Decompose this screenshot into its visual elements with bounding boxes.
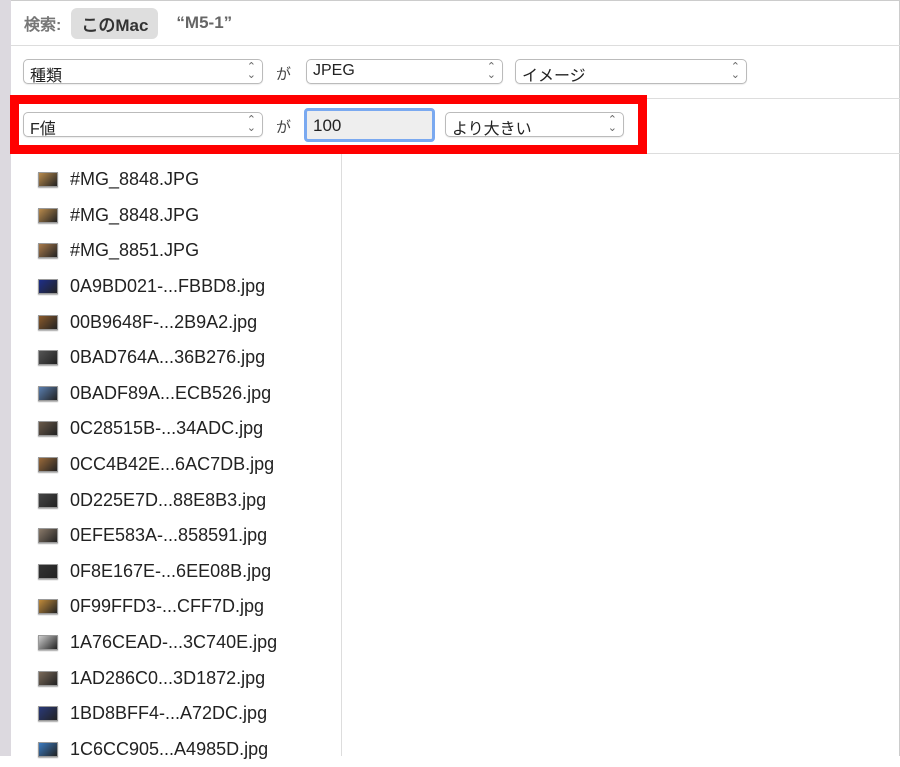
select-value: 種類 [30,68,62,85]
chevron-updown-icon: ⌃⌄ [487,63,496,79]
file-list-item[interactable]: 1AD286C0...3D1872.jpg [38,660,277,696]
file-list-item[interactable]: 0EFE583A-...858591.jpg [38,518,277,554]
file-list: #MG_8848.JPG #MG_8848.JPG #MG_8851.JPG 0A9B… [38,162,277,767]
file-list-item[interactable]: 1BD8BFF4-...A72DC.jpg [38,696,277,732]
criterion-attribute-select[interactable]: 種類 ⌃⌄ [23,59,263,84]
image-thumbnail-icon [38,457,58,472]
image-thumbnail-icon [38,564,58,579]
search-label: 検索: [24,11,61,35]
file-name: 1A76CEAD-...3C740E.jpg [70,632,277,653]
file-list-item[interactable]: 0A9BD021-...FBBD8.jpg [38,269,277,305]
file-list-item[interactable]: 1A76CEAD-...3C740E.jpg [38,625,277,661]
image-thumbnail-icon [38,421,58,436]
file-list-item[interactable]: #MG_8851.JPG [38,233,277,269]
file-list-item[interactable]: 0C28515B-...34ADC.jpg [38,411,277,447]
image-thumbnail-icon [38,315,58,330]
image-thumbnail-icon [38,671,58,686]
file-name: 0A9BD021-...FBBD8.jpg [70,276,265,297]
select-value: JPEG [313,62,355,79]
file-name: 0D225E7D...88E8B3.jpg [70,490,266,511]
image-thumbnail-icon [38,493,58,508]
image-thumbnail-icon [38,386,58,401]
file-name: 0EFE583A-...858591.jpg [70,525,267,546]
file-list-item[interactable]: #MG_8848.JPG [38,162,277,198]
scope-query-button[interactable]: “M5-1” [176,13,232,33]
file-name: 0BADF89A...ECB526.jpg [70,383,271,404]
file-list-item[interactable]: 0D225E7D...88E8B3.jpg [38,482,277,518]
operator-label: が [276,63,291,84]
file-list-item[interactable]: 0F8E167E-...6EE08B.jpg [38,554,277,590]
criterion-subtype-select[interactable]: イメージ ⌃⌄ [515,59,747,84]
divider [647,153,900,154]
column-divider[interactable] [341,154,342,756]
image-thumbnail-icon [38,742,58,757]
file-list-item[interactable]: 00B9648F-...2B9A2.jpg [38,304,277,340]
image-thumbnail-icon [38,599,58,614]
file-name: 0C28515B-...34ADC.jpg [70,418,263,439]
image-thumbnail-icon [38,208,58,223]
file-name: #MG_8848.JPG [70,205,199,226]
file-name: #MG_8851.JPG [70,240,199,261]
file-name: 1C6CC905...A4985D.jpg [70,739,268,760]
criterion-value-select[interactable]: JPEG ⌃⌄ [306,59,503,84]
image-thumbnail-icon [38,528,58,543]
image-thumbnail-icon [38,279,58,294]
file-list-item[interactable]: 0CC4B42E...6AC7DB.jpg [38,447,277,483]
file-list-item[interactable]: 0BAD764A...36B276.jpg [38,340,277,376]
file-name: 0CC4B42E...6AC7DB.jpg [70,454,274,475]
image-thumbnail-icon [38,243,58,258]
highlight-box [10,95,647,154]
file-name: #MG_8848.JPG [70,169,199,190]
image-thumbnail-icon [38,350,58,365]
file-list-item[interactable]: 0F99FFD3-...CFF7D.jpg [38,589,277,625]
file-name: 1AD286C0...3D1872.jpg [70,668,265,689]
file-name: 0F8E167E-...6EE08B.jpg [70,561,271,582]
image-thumbnail-icon [38,635,58,650]
file-list-item[interactable]: 0BADF89A...ECB526.jpg [38,376,277,412]
divider [11,45,900,46]
file-list-item[interactable]: 1C6CC905...A4985D.jpg [38,732,277,767]
file-name: 1BD8BFF4-...A72DC.jpg [70,703,267,724]
file-name: 00B9648F-...2B9A2.jpg [70,312,257,333]
chevron-updown-icon: ⌃⌄ [247,63,256,79]
image-thumbnail-icon [38,706,58,721]
scope-this-mac-button[interactable]: このMac [71,8,158,39]
select-value: イメージ [522,68,586,85]
chevron-updown-icon: ⌃⌄ [731,63,740,79]
search-scope-bar: 検索: このMac “M5-1” [24,10,232,36]
file-name: 0F99FFD3-...CFF7D.jpg [70,596,264,617]
image-thumbnail-icon [38,172,58,187]
file-list-item[interactable]: #MG_8848.JPG [38,198,277,234]
file-name: 0BAD764A...36B276.jpg [70,347,265,368]
